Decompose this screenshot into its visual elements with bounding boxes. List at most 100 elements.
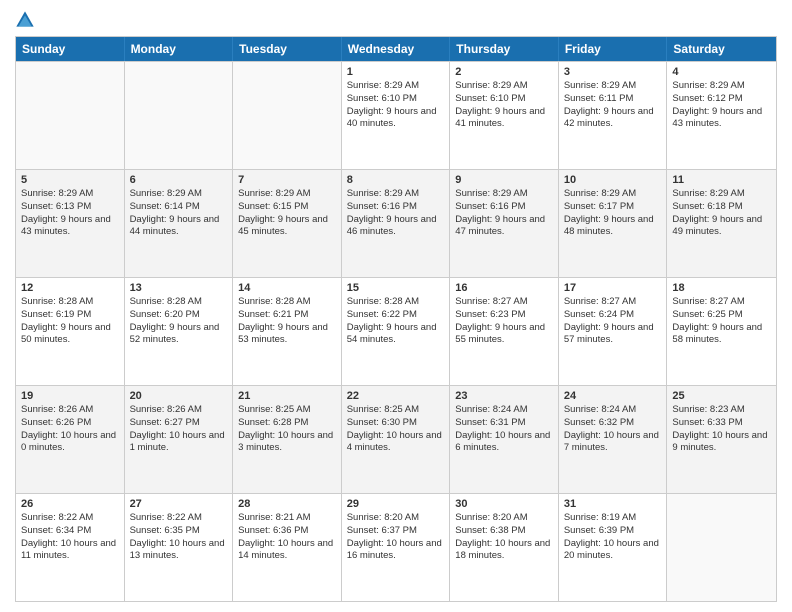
cell-text: Sunrise: 8:28 AM Sunset: 6:22 PM Dayligh… xyxy=(347,296,445,347)
calendar-cell: 4 Sunrise: 8:29 AM Sunset: 6:12 PM Daylig… xyxy=(667,62,776,169)
cell-text: Sunrise: 8:29 AM Sunset: 6:17 PM Dayligh… xyxy=(564,188,662,239)
calendar-cell xyxy=(667,494,776,601)
calendar-row: 5 Sunrise: 8:29 AM Sunset: 6:13 PM Daylig… xyxy=(16,169,776,277)
calendar-cell xyxy=(16,62,125,169)
calendar-cell: 11Sunrise: 8:29 AM Sunset: 6:18 PM Dayli… xyxy=(667,170,776,277)
calendar-cell: 12Sunrise: 8:28 AM Sunset: 6:19 PM Dayli… xyxy=(16,278,125,385)
calendar-cell: 17 Sunrise: 8:27 AM Sunset: 6:24 PM Dayli… xyxy=(559,278,668,385)
day-number: 18 xyxy=(672,282,771,294)
calendar-cell: 1 Sunrise: 8:29 AM Sunset: 6:10 PM Daylig… xyxy=(342,62,451,169)
calendar: SundayMondayTuesdayWednesdayThursdayFrid… xyxy=(15,36,777,602)
day-number: 1 xyxy=(347,66,445,78)
cell-text: Sunrise: 8:20 AM Sunset: 6:38 PM Dayligh… xyxy=(455,512,553,563)
day-number: 21 xyxy=(238,390,336,402)
calendar-cell: 14 Sunrise: 8:28 AM Sunset: 6:21 PM Dayli… xyxy=(233,278,342,385)
calendar-cell xyxy=(125,62,234,169)
header-cell-friday: Friday xyxy=(559,37,668,61)
cell-text: Sunrise: 8:29 AM Sunset: 6:10 PM Dayligh… xyxy=(455,80,553,131)
calendar-body: 1 Sunrise: 8:29 AM Sunset: 6:10 PM Daylig… xyxy=(16,61,776,601)
cell-text: Sunrise: 8:29 AM Sunset: 6:15 PM Dayligh… xyxy=(238,188,336,239)
cell-text: Sunrise: 8:20 AM Sunset: 6:37 PM Dayligh… xyxy=(347,512,445,563)
day-number: 12 xyxy=(21,282,119,294)
calendar-cell: 8 Sunrise: 8:29 AM Sunset: 6:16 PM Daylig… xyxy=(342,170,451,277)
calendar-row: 12Sunrise: 8:28 AM Sunset: 6:19 PM Dayli… xyxy=(16,277,776,385)
page: SundayMondayTuesdayWednesdayThursdayFrid… xyxy=(0,0,792,612)
header-cell-sunday: Sunday xyxy=(16,37,125,61)
cell-text: Sunrise: 8:29 AM Sunset: 6:16 PM Dayligh… xyxy=(455,188,553,239)
day-number: 27 xyxy=(130,498,228,510)
cell-text: Sunrise: 8:24 AM Sunset: 6:32 PM Dayligh… xyxy=(564,404,662,455)
cell-text: Sunrise: 8:22 AM Sunset: 6:35 PM Dayligh… xyxy=(130,512,228,563)
calendar-cell: 10 Sunrise: 8:29 AM Sunset: 6:17 PM Dayli… xyxy=(559,170,668,277)
day-number: 3 xyxy=(564,66,662,78)
calendar-cell: 31 Sunrise: 8:19 AM Sunset: 6:39 PM Dayli… xyxy=(559,494,668,601)
calendar-cell: 3 Sunrise: 8:29 AM Sunset: 6:11 PM Daylig… xyxy=(559,62,668,169)
calendar-cell: 9 Sunrise: 8:29 AM Sunset: 6:16 PM Daylig… xyxy=(450,170,559,277)
day-number: 10 xyxy=(564,174,662,186)
logo-icon xyxy=(15,10,35,30)
cell-text: Sunrise: 8:29 AM Sunset: 6:10 PM Dayligh… xyxy=(347,80,445,131)
calendar-header: SundayMondayTuesdayWednesdayThursdayFrid… xyxy=(16,37,776,61)
calendar-cell: 24 Sunrise: 8:24 AM Sunset: 6:32 PM Dayli… xyxy=(559,386,668,493)
calendar-row: 19Sunrise: 8:26 AM Sunset: 6:26 PM Dayli… xyxy=(16,385,776,493)
calendar-cell: 6Sunrise: 8:29 AM Sunset: 6:14 PM Daylig… xyxy=(125,170,234,277)
day-number: 30 xyxy=(455,498,553,510)
cell-text: Sunrise: 8:26 AM Sunset: 6:26 PM Dayligh… xyxy=(21,404,119,455)
calendar-cell: 21 Sunrise: 8:25 AM Sunset: 6:28 PM Dayli… xyxy=(233,386,342,493)
day-number: 5 xyxy=(21,174,119,186)
day-number: 9 xyxy=(455,174,553,186)
day-number: 24 xyxy=(564,390,662,402)
header-cell-wednesday: Wednesday xyxy=(342,37,451,61)
cell-text: Sunrise: 8:29 AM Sunset: 6:18 PM Dayligh… xyxy=(672,188,771,239)
day-number: 4 xyxy=(672,66,771,78)
day-number: 17 xyxy=(564,282,662,294)
calendar-cell: 25Sunrise: 8:23 AM Sunset: 6:33 PM Dayli… xyxy=(667,386,776,493)
cell-text: Sunrise: 8:29 AM Sunset: 6:12 PM Dayligh… xyxy=(672,80,771,131)
calendar-cell: 2 Sunrise: 8:29 AM Sunset: 6:10 PM Daylig… xyxy=(450,62,559,169)
calendar-cell: 19Sunrise: 8:26 AM Sunset: 6:26 PM Dayli… xyxy=(16,386,125,493)
cell-text: Sunrise: 8:27 AM Sunset: 6:23 PM Dayligh… xyxy=(455,296,553,347)
day-number: 16 xyxy=(455,282,553,294)
cell-text: Sunrise: 8:21 AM Sunset: 6:36 PM Dayligh… xyxy=(238,512,336,563)
day-number: 29 xyxy=(347,498,445,510)
day-number: 25 xyxy=(672,390,771,402)
calendar-cell: 29 Sunrise: 8:20 AM Sunset: 6:37 PM Dayli… xyxy=(342,494,451,601)
day-number: 26 xyxy=(21,498,119,510)
cell-text: Sunrise: 8:24 AM Sunset: 6:31 PM Dayligh… xyxy=(455,404,553,455)
header-cell-saturday: Saturday xyxy=(667,37,776,61)
cell-text: Sunrise: 8:19 AM Sunset: 6:39 PM Dayligh… xyxy=(564,512,662,563)
calendar-cell xyxy=(233,62,342,169)
cell-text: Sunrise: 8:29 AM Sunset: 6:11 PM Dayligh… xyxy=(564,80,662,131)
day-number: 22 xyxy=(347,390,445,402)
calendar-cell: 20 Sunrise: 8:26 AM Sunset: 6:27 PM Dayli… xyxy=(125,386,234,493)
day-number: 2 xyxy=(455,66,553,78)
calendar-cell: 5 Sunrise: 8:29 AM Sunset: 6:13 PM Daylig… xyxy=(16,170,125,277)
day-number: 14 xyxy=(238,282,336,294)
day-number: 15 xyxy=(347,282,445,294)
day-number: 31 xyxy=(564,498,662,510)
header-cell-thursday: Thursday xyxy=(450,37,559,61)
cell-text: Sunrise: 8:25 AM Sunset: 6:28 PM Dayligh… xyxy=(238,404,336,455)
calendar-row: 1 Sunrise: 8:29 AM Sunset: 6:10 PM Daylig… xyxy=(16,61,776,169)
calendar-row: 26 Sunrise: 8:22 AM Sunset: 6:34 PM Dayli… xyxy=(16,493,776,601)
day-number: 13 xyxy=(130,282,228,294)
calendar-cell: 28Sunrise: 8:21 AM Sunset: 6:36 PM Dayli… xyxy=(233,494,342,601)
day-number: 6 xyxy=(130,174,228,186)
calendar-cell: 23 Sunrise: 8:24 AM Sunset: 6:31 PM Dayli… xyxy=(450,386,559,493)
calendar-cell: 7 Sunrise: 8:29 AM Sunset: 6:15 PM Daylig… xyxy=(233,170,342,277)
calendar-cell: 16 Sunrise: 8:27 AM Sunset: 6:23 PM Dayli… xyxy=(450,278,559,385)
header-cell-monday: Monday xyxy=(125,37,234,61)
day-number: 8 xyxy=(347,174,445,186)
day-number: 20 xyxy=(130,390,228,402)
cell-text: Sunrise: 8:27 AM Sunset: 6:24 PM Dayligh… xyxy=(564,296,662,347)
cell-text: Sunrise: 8:26 AM Sunset: 6:27 PM Dayligh… xyxy=(130,404,228,455)
cell-text: Sunrise: 8:28 AM Sunset: 6:21 PM Dayligh… xyxy=(238,296,336,347)
day-number: 23 xyxy=(455,390,553,402)
day-number: 7 xyxy=(238,174,336,186)
cell-text: Sunrise: 8:22 AM Sunset: 6:34 PM Dayligh… xyxy=(21,512,119,563)
cell-text: Sunrise: 8:28 AM Sunset: 6:20 PM Dayligh… xyxy=(130,296,228,347)
cell-text: Sunrise: 8:29 AM Sunset: 6:13 PM Dayligh… xyxy=(21,188,119,239)
calendar-cell: 22Sunrise: 8:25 AM Sunset: 6:30 PM Dayli… xyxy=(342,386,451,493)
cell-text: Sunrise: 8:29 AM Sunset: 6:16 PM Dayligh… xyxy=(347,188,445,239)
header-cell-tuesday: Tuesday xyxy=(233,37,342,61)
